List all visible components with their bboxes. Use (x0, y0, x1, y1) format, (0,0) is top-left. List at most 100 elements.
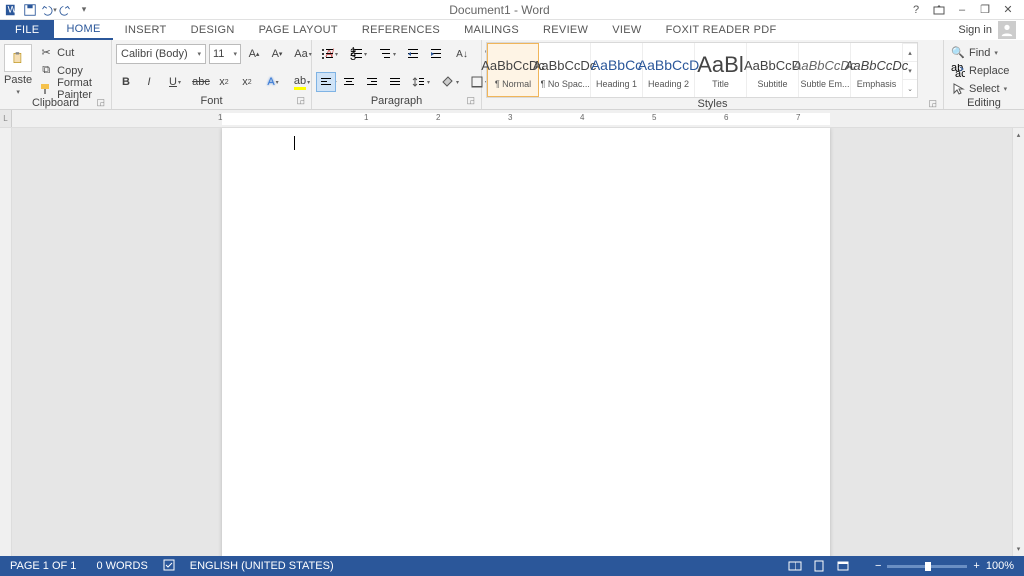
italic-button[interactable]: I (139, 72, 159, 92)
scroll-down-button[interactable]: ▾ (1013, 542, 1024, 556)
styles-group-label: Styles (698, 98, 728, 110)
window-title: Document1 - Word (93, 3, 906, 17)
qat-save-button[interactable] (21, 1, 39, 19)
clipboard-launcher[interactable]: ◲ (96, 97, 105, 108)
format-painter-button[interactable]: Format Painter (36, 80, 107, 97)
font-size-combo[interactable]: 11▾ (209, 44, 241, 64)
zoom-slider[interactable] (887, 565, 967, 568)
tab-review[interactable]: REVIEW (531, 20, 600, 40)
status-bar: PAGE 1 OF 1 0 WORDS ENGLISH (UNITED STAT… (0, 556, 1024, 576)
ribbon-display-button[interactable] (929, 1, 949, 19)
tab-foxit-pdf[interactable]: FOXIT READER PDF (654, 20, 789, 40)
numbering-button[interactable]: 123▾ (345, 44, 371, 64)
horizontal-ruler[interactable]: L 1 1 2 3 4 5 6 7 (0, 110, 1024, 128)
style-title[interactable]: AaBlTitle (695, 43, 747, 97)
select-label: Select (969, 83, 1000, 95)
styles-scroll-down[interactable]: ▾ (903, 61, 917, 79)
page[interactable] (222, 128, 830, 556)
svg-text:ac: ac (955, 68, 965, 78)
bullets-button[interactable]: ▾ (316, 44, 342, 64)
style-subtle-emphasis[interactable]: AaBbCcDcSubtle Em... (799, 43, 851, 97)
tab-insert[interactable]: INSERT (113, 20, 179, 40)
status-words[interactable]: 0 WORDS (86, 560, 157, 572)
cut-label: Cut (57, 47, 74, 59)
zoom-in-button[interactable]: + (973, 560, 979, 572)
font-size-value: 11 (213, 48, 224, 60)
styles-launcher[interactable]: ◲ (928, 98, 937, 109)
superscript-button[interactable]: x2 (237, 72, 257, 92)
find-label: Find (969, 47, 990, 59)
style-no-spacing[interactable]: AaBbCcDc¶ No Spac... (539, 43, 591, 97)
align-right-button[interactable] (362, 72, 382, 92)
font-name-combo[interactable]: Calibri (Body)▾ (116, 44, 206, 64)
close-button[interactable]: ✕ (998, 1, 1018, 19)
paragraph-group-label: Paragraph (371, 95, 422, 107)
justify-button[interactable] (385, 72, 405, 92)
sort-button[interactable]: A↓ (449, 44, 475, 64)
user-avatar-icon[interactable] (998, 21, 1016, 39)
text-effects-button[interactable]: A▾ (260, 72, 286, 92)
vertical-scrollbar[interactable]: ▴ ▾ (1012, 128, 1024, 556)
find-button[interactable]: 🔍Find▾ (948, 44, 1012, 61)
qat-redo-button[interactable] (57, 1, 75, 19)
qat-customize-button[interactable]: ▾ (75, 1, 93, 19)
view-print-layout-button[interactable] (807, 556, 831, 576)
tab-home[interactable]: HOME (54, 20, 112, 40)
paste-button[interactable]: Paste ▾ (4, 42, 32, 96)
strike-button[interactable]: abc (191, 72, 211, 92)
zoom-level[interactable]: 100% (986, 560, 1014, 572)
app-word-icon: W (3, 1, 21, 19)
line-spacing-button[interactable]: ▾ (408, 72, 434, 92)
align-left-button[interactable] (316, 72, 336, 92)
style-normal[interactable]: AaBbCcDc¶ Normal (487, 43, 539, 97)
vertical-ruler[interactable] (0, 128, 12, 556)
ruler-tick: 7 (796, 113, 800, 122)
view-read-mode-button[interactable] (783, 556, 807, 576)
status-page[interactable]: PAGE 1 OF 1 (0, 560, 86, 572)
maximize-button[interactable]: ❐ (975, 1, 995, 19)
ruler-tick: 1 (218, 113, 222, 122)
sign-in-link[interactable]: Sign in (958, 24, 992, 36)
align-center-button[interactable] (339, 72, 359, 92)
styles-scroll-up[interactable]: ▴ (903, 43, 917, 61)
tab-page-layout[interactable]: PAGE LAYOUT (247, 20, 350, 40)
font-launcher[interactable]: ◲ (296, 95, 305, 106)
tab-references[interactable]: REFERENCES (350, 20, 452, 40)
shrink-font-button[interactable]: A▾ (267, 44, 287, 64)
paragraph-launcher[interactable]: ◲ (466, 95, 475, 106)
style-heading1[interactable]: AaBbCcHeading 1 (591, 43, 643, 97)
tab-view[interactable]: VIEW (600, 20, 653, 40)
styles-expand[interactable]: ⌄ (903, 79, 917, 97)
increase-indent-button[interactable] (426, 44, 446, 64)
status-proofing-icon[interactable] (158, 558, 180, 575)
style-heading2[interactable]: AaBbCcDHeading 2 (643, 43, 695, 97)
tab-design[interactable]: DESIGN (179, 20, 247, 40)
shading-button[interactable]: ▾ (437, 72, 463, 92)
style-emphasis[interactable]: AaBbCcDcEmphasis (851, 43, 903, 97)
zoom-out-button[interactable]: − (875, 560, 881, 572)
tab-mailings[interactable]: MAILINGS (452, 20, 531, 40)
document-area (0, 128, 1012, 556)
decrease-indent-button[interactable] (403, 44, 423, 64)
select-button[interactable]: Select▾ (948, 80, 1012, 97)
view-web-layout-button[interactable] (831, 556, 855, 576)
cut-button[interactable]: ✂Cut (36, 44, 107, 61)
style-subtitle[interactable]: AaBbCcDSubtitle (747, 43, 799, 97)
grow-font-button[interactable]: A▴ (244, 44, 264, 64)
font-group-label: Font (200, 95, 222, 107)
help-button[interactable]: ? (906, 1, 926, 19)
scroll-up-button[interactable]: ▴ (1013, 128, 1024, 142)
qat-undo-button[interactable]: ▾ (39, 1, 57, 19)
minimize-button[interactable]: – (952, 1, 972, 19)
tab-file[interactable]: FILE (0, 20, 54, 40)
clipboard-group-label: Clipboard (32, 97, 79, 109)
subscript-button[interactable]: x2 (214, 72, 234, 92)
document-canvas[interactable] (12, 128, 1012, 556)
multilevel-list-button[interactable]: ▾ (374, 44, 400, 64)
replace-button[interactable]: abacReplace (948, 62, 1012, 79)
status-language[interactable]: ENGLISH (UNITED STATES) (180, 560, 344, 572)
bold-button[interactable]: B (116, 72, 136, 92)
ribbon-tabstrip: FILE HOME INSERT DESIGN PAGE LAYOUT REFE… (0, 20, 1024, 40)
underline-button[interactable]: U▾ (162, 72, 188, 92)
replace-label: Replace (969, 65, 1009, 77)
